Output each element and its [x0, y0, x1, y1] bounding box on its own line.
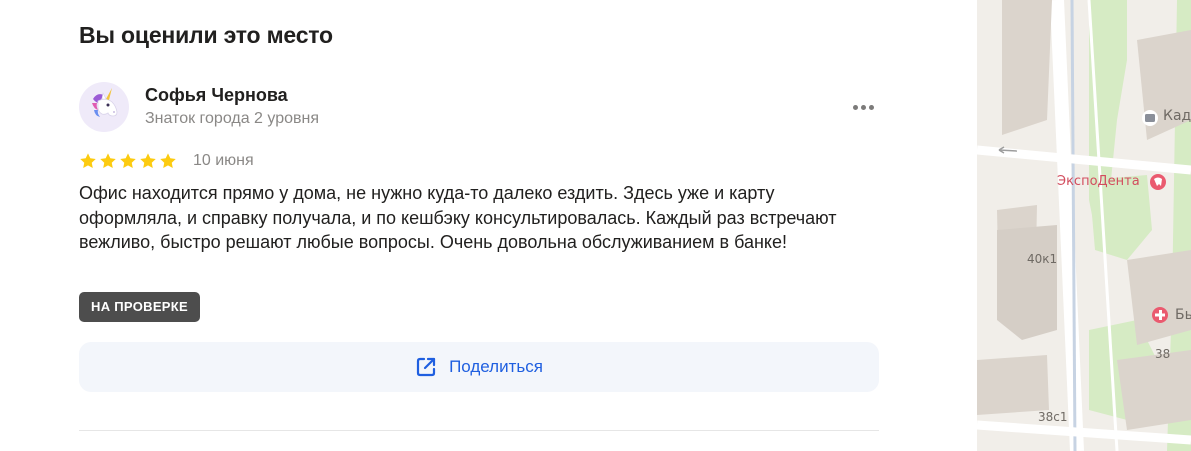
share-button[interactable]: Поделиться [79, 342, 879, 392]
map-label-place-b: Кад [1163, 108, 1191, 124]
more-options-button[interactable] [848, 96, 880, 118]
status-badge: НА ПРОВЕРКЕ [79, 292, 200, 322]
map-canvas [977, 0, 1191, 451]
map-label-place-a: ЭкспоДента [1057, 174, 1140, 189]
avatar[interactable] [79, 82, 129, 132]
medical-cross-icon [1152, 307, 1168, 323]
map-label-house-1: 40к1 [1027, 252, 1058, 266]
author-name[interactable]: Софья Чернова [145, 85, 288, 106]
star-icon [120, 153, 136, 169]
review-text: Офис находится прямо у дома, не нужно ку… [79, 183, 837, 252]
map[interactable]: Кад ЭкспоДента 40к1 Бы 38 38с1 [977, 0, 1191, 451]
tooth-icon [1150, 174, 1166, 190]
share-external-icon [416, 357, 436, 377]
briefcase-icon [1142, 110, 1158, 126]
star-icon [100, 153, 116, 169]
map-label-house-2: 38 [1155, 347, 1171, 361]
star-icon [80, 153, 96, 169]
map-label-house-3: 38с1 [1038, 410, 1068, 424]
more-dots-icon [853, 105, 858, 110]
star-icon [140, 153, 156, 169]
review-date: 10 июня [193, 152, 254, 169]
more-dot [869, 105, 874, 110]
section-title: Вы оценили это место [79, 22, 333, 48]
more-dot [861, 105, 866, 110]
share-label: Поделиться [449, 357, 543, 376]
star-icon [160, 153, 176, 169]
divider [79, 430, 879, 431]
rating-stars [79, 152, 177, 170]
unicorn-icon [92, 88, 118, 117]
author-level: Знаток города 2 уровня [145, 110, 320, 127]
map-label-place-c: Бы [1175, 307, 1191, 323]
review-panel: Вы оценили это место Софья Чернова Знато… [0, 0, 955, 451]
